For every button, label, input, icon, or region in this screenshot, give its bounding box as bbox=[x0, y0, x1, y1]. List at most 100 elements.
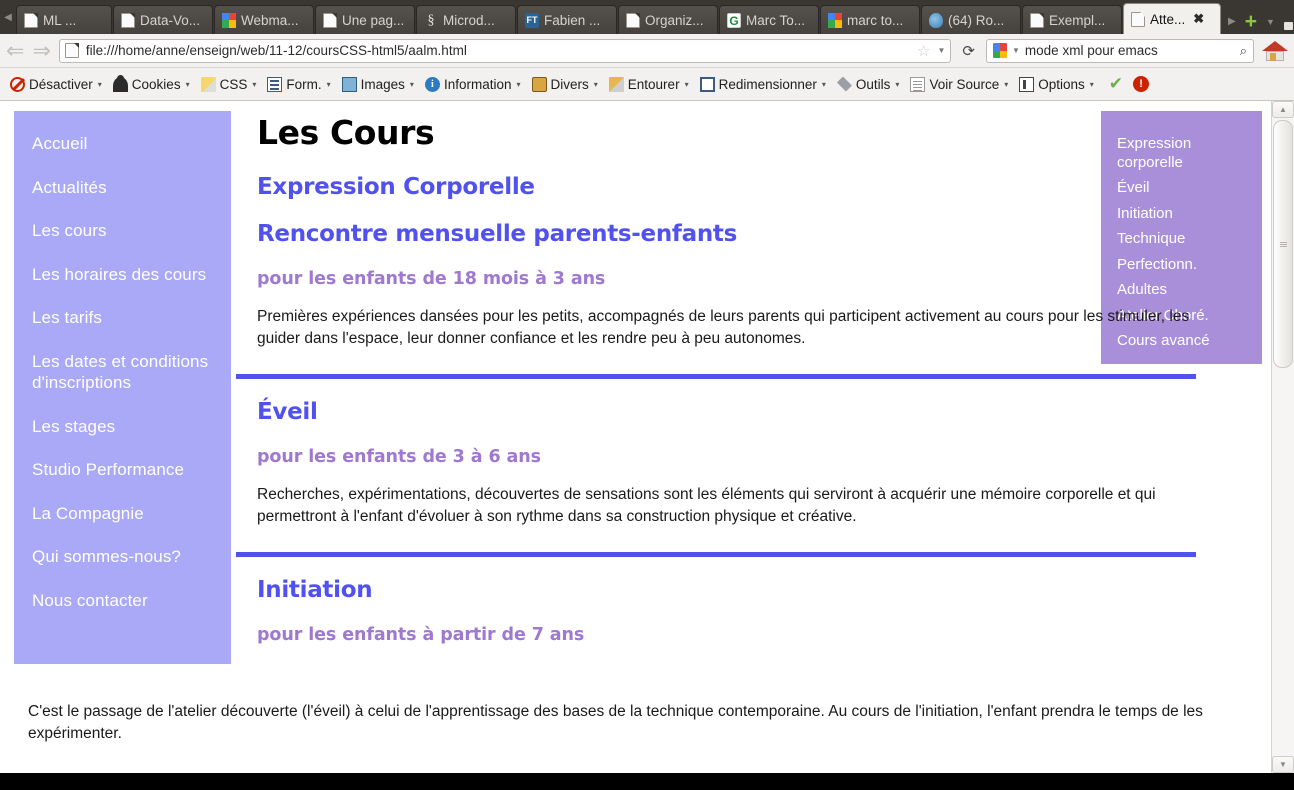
scroll-up-icon[interactable]: ▲ bbox=[1272, 101, 1294, 118]
vertical-scrollbar[interactable]: ▲ ▼ bbox=[1271, 101, 1294, 773]
browser-tab[interactable]: (64) Ro... bbox=[921, 5, 1021, 34]
devtool-information[interactable]: i Information ▾ bbox=[420, 75, 526, 94]
information-icon: i bbox=[424, 76, 440, 92]
devtool-outils[interactable]: Outils ▾ bbox=[832, 75, 905, 94]
devtool-cookies[interactable]: Cookies ▾ bbox=[108, 74, 195, 94]
bookmark-star-icon[interactable]: ☆ bbox=[917, 42, 930, 60]
navigation-toolbar: ⇐ ⇒ file:///home/anne/enseign/web/11-12/… bbox=[0, 34, 1294, 68]
sidebar-item-les-dates-et-conditions-dinscriptions[interactable]: Les dates et conditions d'inscriptions bbox=[14, 351, 231, 394]
chevron-down-icon[interactable]: ▼ bbox=[1012, 46, 1020, 55]
devtool-label: Voir Source bbox=[929, 76, 1000, 92]
css-pencil-icon bbox=[200, 76, 216, 92]
sidebar-item-nous-contacter[interactable]: Nous contacter bbox=[14, 590, 231, 612]
sidebar-item-qui-sommes-nous[interactable]: Qui sommes-nous? bbox=[14, 546, 231, 568]
section-initiation: Initiation pour les enfants à partir de … bbox=[236, 557, 1236, 646]
devtool-options[interactable]: Options ▾ bbox=[1014, 75, 1099, 94]
tab-label: Marc To... bbox=[746, 12, 806, 28]
chevron-down-icon: ▾ bbox=[185, 79, 190, 89]
search-input[interactable]: mode xml pour emacs bbox=[1025, 43, 1235, 58]
section-paragraph: Premières expériences dansées pour les p… bbox=[257, 308, 1190, 347]
search-icon[interactable]: ⌕ bbox=[1240, 43, 1247, 59]
home-icon[interactable] bbox=[1262, 39, 1288, 63]
browser-tab[interactable]: Exempl... bbox=[1022, 5, 1122, 34]
devtool-label: Images bbox=[360, 76, 405, 92]
tab-label: Organiz... bbox=[645, 12, 704, 28]
tab-scroll-right-button[interactable]: ▶ bbox=[1228, 16, 1236, 27]
browser-tab[interactable]: § Microd... bbox=[416, 5, 516, 34]
devtool-divers[interactable]: Divers ▾ bbox=[527, 75, 603, 94]
sidebar-item-les-stages[interactable]: Les stages bbox=[14, 416, 231, 438]
page-viewport: Accueil Actualités Les cours Les horaire… bbox=[0, 101, 1294, 773]
chevron-down-icon: ▾ bbox=[252, 79, 257, 89]
tab-label: Fabien ... bbox=[544, 12, 601, 28]
devtool-label: Redimensionner bbox=[718, 76, 817, 92]
google-search-engine-icon[interactable] bbox=[993, 43, 1007, 58]
browser-tab[interactable]: marc to... bbox=[820, 5, 920, 34]
section-initiation-paragraph-wrapper: C'est le passage de l'atelier découverte… bbox=[14, 685, 1234, 744]
sidebar-item-studio-performance[interactable]: Studio Performance bbox=[14, 459, 231, 481]
tab-label: ML ... bbox=[43, 12, 77, 28]
site-left-navigation: Accueil Actualités Les cours Les horaire… bbox=[14, 111, 231, 664]
page-document-icon bbox=[64, 43, 79, 58]
browser-tab[interactable]: Organiz... bbox=[618, 5, 718, 34]
page-title: Les Cours bbox=[257, 113, 435, 152]
url-bar[interactable]: file:///home/anne/enseign/web/11-12/cour… bbox=[58, 38, 952, 63]
tab-groups-grid-icon[interactable] bbox=[1283, 13, 1294, 30]
devtool-css[interactable]: CSS ▾ bbox=[196, 75, 262, 94]
chevron-down-icon[interactable]: ▼ bbox=[938, 46, 946, 55]
tab-label: Atte... bbox=[1150, 11, 1186, 27]
reload-icon[interactable]: ⟳ bbox=[959, 42, 978, 60]
url-input[interactable]: file:///home/anne/enseign/web/11-12/cour… bbox=[86, 43, 910, 58]
tab-label: (64) Ro... bbox=[948, 12, 1005, 28]
cookies-person-icon bbox=[112, 74, 128, 92]
forward-icon[interactable]: ⇒ bbox=[32, 39, 50, 61]
sidebar-item-la-compagnie[interactable]: La Compagnie bbox=[14, 503, 231, 525]
outline-pencil-icon bbox=[608, 76, 624, 92]
sidebar-item-les-tarifs[interactable]: Les tarifs bbox=[14, 307, 231, 329]
devtool-label: Cookies bbox=[131, 76, 181, 92]
devtool-redimensionner[interactable]: Redimensionner ▾ bbox=[695, 75, 831, 94]
sidebar-item-actualites[interactable]: Actualités bbox=[14, 177, 231, 199]
scroll-down-icon[interactable]: ▼ bbox=[1272, 756, 1294, 773]
scrollbar-thumb[interactable] bbox=[1273, 120, 1293, 368]
chevron-down-icon: ▾ bbox=[684, 79, 689, 89]
browser-tab[interactable]: Webma... bbox=[214, 5, 314, 34]
scrollbar-grip-icon bbox=[1279, 241, 1287, 247]
chevron-down-icon[interactable]: ▼ bbox=[1266, 17, 1275, 27]
browser-tab[interactable]: Data-Vo... bbox=[113, 5, 213, 34]
devtool-voir-source[interactable]: Voir Source ▾ bbox=[905, 75, 1013, 94]
browser-tab[interactable]: FT Fabien ... bbox=[517, 5, 617, 34]
main-content: Les Cours Expression Corporelle Rencontr… bbox=[236, 111, 1236, 646]
search-bar[interactable]: ▼ mode xml pour emacs ⌕ bbox=[986, 38, 1254, 63]
back-icon[interactable]: ⇐ bbox=[6, 39, 24, 61]
new-tab-button[interactable]: + bbox=[1245, 11, 1257, 32]
sidebar-item-accueil[interactable]: Accueil bbox=[14, 133, 231, 155]
section-agegroup: pour les enfants de 18 mois à 3 ans bbox=[257, 269, 606, 289]
chevron-down-icon: ▾ bbox=[326, 79, 331, 89]
devtool-label: Désactiver bbox=[29, 76, 93, 92]
browser-tab[interactable]: Une pag... bbox=[315, 5, 415, 34]
section-agegroup: pour les enfants de 3 à 6 ans bbox=[257, 447, 541, 467]
devtool-errors[interactable]: ! bbox=[1129, 74, 1154, 94]
devtool-entourer[interactable]: Entourer ▾ bbox=[604, 75, 694, 94]
devtool-validate[interactable]: ✔ bbox=[1100, 75, 1128, 93]
tools-icon bbox=[836, 76, 852, 92]
web-developer-toolbar: Désactiver ▾ Cookies ▾ CSS ▾ Form. ▾ Ima… bbox=[0, 68, 1294, 101]
devtool-label: Entourer bbox=[627, 76, 680, 92]
sidebar-item-les-cours[interactable]: Les cours bbox=[14, 220, 231, 242]
browser-tab-active[interactable]: Atte... ✖ bbox=[1123, 3, 1221, 34]
section-subheading: Initiation bbox=[257, 577, 373, 603]
devtool-desactiver[interactable]: Désactiver ▾ bbox=[5, 75, 107, 94]
browser-tab[interactable]: G Marc To... bbox=[719, 5, 819, 34]
close-icon[interactable]: ✖ bbox=[1193, 11, 1204, 27]
browser-tab[interactable]: ML ... bbox=[16, 5, 112, 34]
divers-icon bbox=[531, 76, 547, 92]
devtool-form[interactable]: Form. ▾ bbox=[262, 75, 335, 94]
resize-icon bbox=[699, 76, 715, 92]
tab-scroll-left-button[interactable]: ◀ bbox=[0, 0, 16, 34]
tab-label: Data-Vo... bbox=[140, 12, 201, 28]
sidebar-item-les-horaires-des-cours[interactable]: Les horaires des cours bbox=[14, 264, 231, 286]
devtool-images[interactable]: Images ▾ bbox=[337, 75, 419, 94]
framatalk-icon: FT bbox=[525, 12, 539, 28]
web-page: Accueil Actualités Les cours Les horaire… bbox=[0, 101, 1271, 773]
